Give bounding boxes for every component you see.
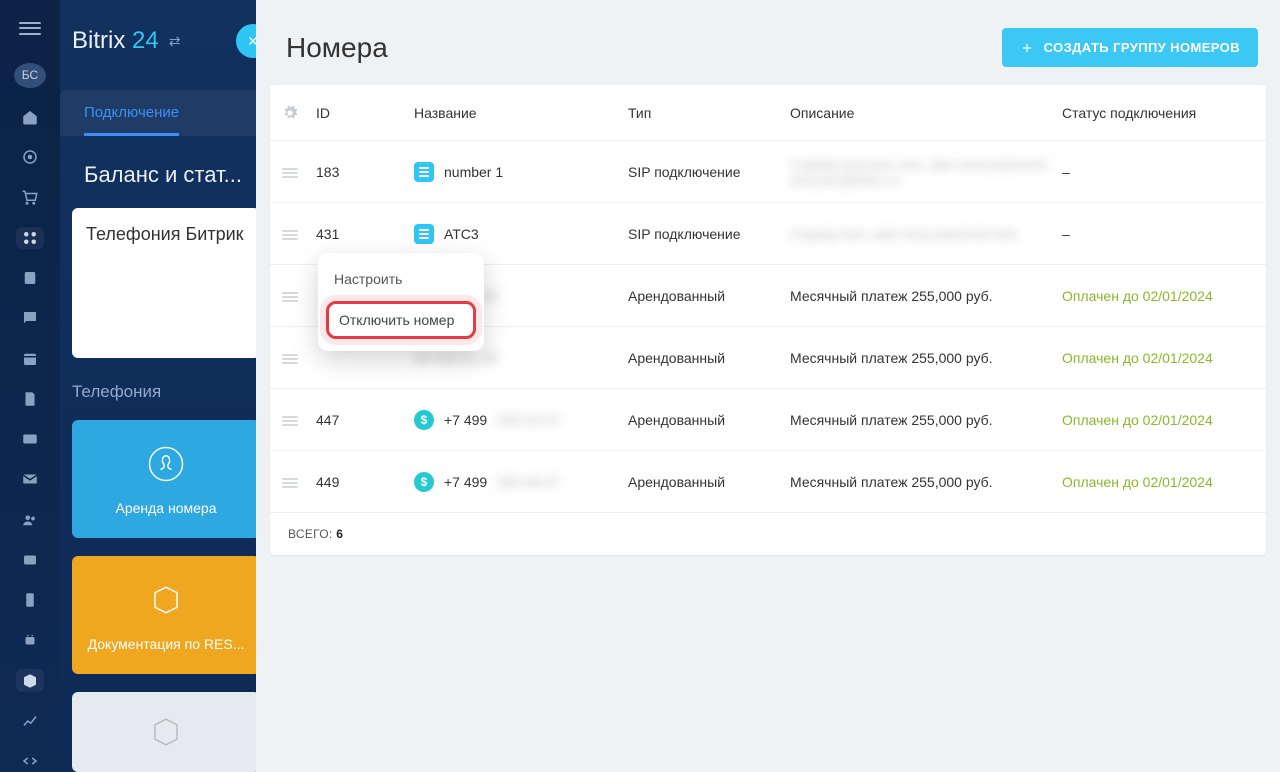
chart-icon[interactable] [16,710,44,732]
calendar-icon[interactable] [16,348,44,370]
cell-name: АТС3 [408,224,622,244]
dollar-icon: $ [414,410,434,430]
brand: Bitrix 24 [72,27,159,55]
col-status[interactable]: Статус подключения [1056,105,1266,121]
drag-handle[interactable] [282,352,298,364]
section-title: Баланс и стат... [60,136,260,188]
cell-type: Арендованный [622,474,784,490]
cell-name: number 1 [408,162,622,182]
chat-icon[interactable] [16,307,44,329]
cell-name: $+7 499 983-88-87 [408,472,622,492]
cell-desc: Сервер test.test.com, имя пользователя t… [784,156,1056,188]
cell-desc: Месячный платеж 255,000 руб. [784,412,1056,428]
dollar-icon: $ [414,472,434,492]
integrations-icon[interactable] [16,227,44,249]
col-name[interactable]: Название [408,105,622,121]
cell-status: Оплачен до 02/01/2024 [1056,350,1266,366]
menu-disable-number[interactable]: Отключить номер [326,301,476,339]
cart-icon[interactable] [16,187,44,209]
docs-label: Документация по RES... [88,636,245,652]
row-context-menu: Настроить Отключить номер [318,253,484,351]
cell-type: Арендованный [622,288,784,304]
rent-number-card[interactable]: Аренда номера [72,420,260,538]
table-row[interactable]: 447$+7 499 838-83-87АрендованныйМесячный… [270,389,1266,451]
drag-handle[interactable] [282,290,298,302]
badge-icon[interactable] [16,549,44,571]
drag-handle[interactable] [282,476,298,488]
col-id[interactable]: ID [310,105,408,121]
page-icon[interactable] [16,388,44,410]
cell-type: Арендованный [622,412,784,428]
main-panel: Номера СОЗДАТЬ ГРУППУ НОМЕРОВ ID Названи… [256,0,1280,772]
tab-connection[interactable]: Подключение [84,104,179,136]
cell-status: Оплачен до 02/01/2024 [1056,288,1266,304]
left-rail: БС [0,0,60,772]
cell-desc: Месячный платеж 255,000 руб. [784,350,1056,366]
sip-icon [414,162,434,182]
section-label: Телефония [60,358,260,402]
mail-icon[interactable] [16,468,44,490]
menu-configure[interactable]: Настроить [318,261,484,297]
menu-toggle[interactable] [19,22,41,35]
table-footer: ВСЕГО: 6 [270,513,1266,555]
workspace-switch-icon[interactable]: ⇄ [169,33,181,50]
telephony-card[interactable]: Телефония Битрик [72,208,260,358]
tab-bar: Подключение [60,90,260,136]
cell-type: SIP подключение [622,164,784,180]
cell-desc: Месячный платеж 255,000 руб. [784,474,1056,490]
cell-status: Оплачен до 02/01/2024 [1056,412,1266,428]
card-icon[interactable] [16,428,44,450]
people-icon[interactable] [16,508,44,530]
table-row[interactable]: 183number 1SIP подключениеСервер test.te… [270,141,1266,203]
extra-card[interactable] [72,692,260,772]
cell-id: 431 [310,226,408,242]
drag-handle[interactable] [282,166,298,178]
avatar[interactable]: БС [14,63,46,88]
table-header: ID Название Тип Описание Статус подключе… [270,85,1266,141]
drag-handle[interactable] [282,228,298,240]
table-row[interactable]: 449$+7 499 983-88-87АрендованныйМесячный… [270,451,1266,513]
page-title: Номера [286,32,388,64]
rent-number-label: Аренда номера [116,500,217,516]
cell-id: 447 [310,412,408,428]
target-icon[interactable] [16,146,44,168]
doc-icon[interactable] [16,267,44,289]
settings-icon[interactable] [282,105,298,121]
cell-name: 99 533-31-38 [408,350,622,366]
cell-id: 449 [310,474,408,490]
sip-icon [414,224,434,244]
cell-name: $+7 499 838-83-87 [408,410,622,430]
cell-status: – [1056,164,1266,180]
cell-desc: Сервер test, имя пользователя test [784,226,1056,242]
cell-type: SIP подключение [622,226,784,242]
col-type[interactable]: Тип [622,105,784,121]
cell-status: Оплачен до 02/01/2024 [1056,474,1266,490]
col-desc[interactable]: Описание [784,105,1056,121]
cell-desc: Месячный платеж 255,000 руб. [784,288,1056,304]
phone-icon[interactable] [16,589,44,611]
telephony-card-title: Телефония Битрик [86,224,246,245]
drag-handle[interactable] [282,414,298,426]
code-icon[interactable] [16,750,44,772]
create-group-button[interactable]: СОЗДАТЬ ГРУППУ НОМЕРОВ [1002,28,1258,67]
cell-id: 183 [310,164,408,180]
cube-icon[interactable] [16,669,44,691]
android-icon[interactable] [16,629,44,651]
cell-status: – [1056,226,1266,242]
docs-card[interactable]: Документация по RES... [72,556,260,674]
secondary-panel: Bitrix 24 ⇄ Подключение Баланс и стат...… [60,0,260,772]
cell-type: Арендованный [622,350,784,366]
home-icon[interactable] [16,106,44,128]
